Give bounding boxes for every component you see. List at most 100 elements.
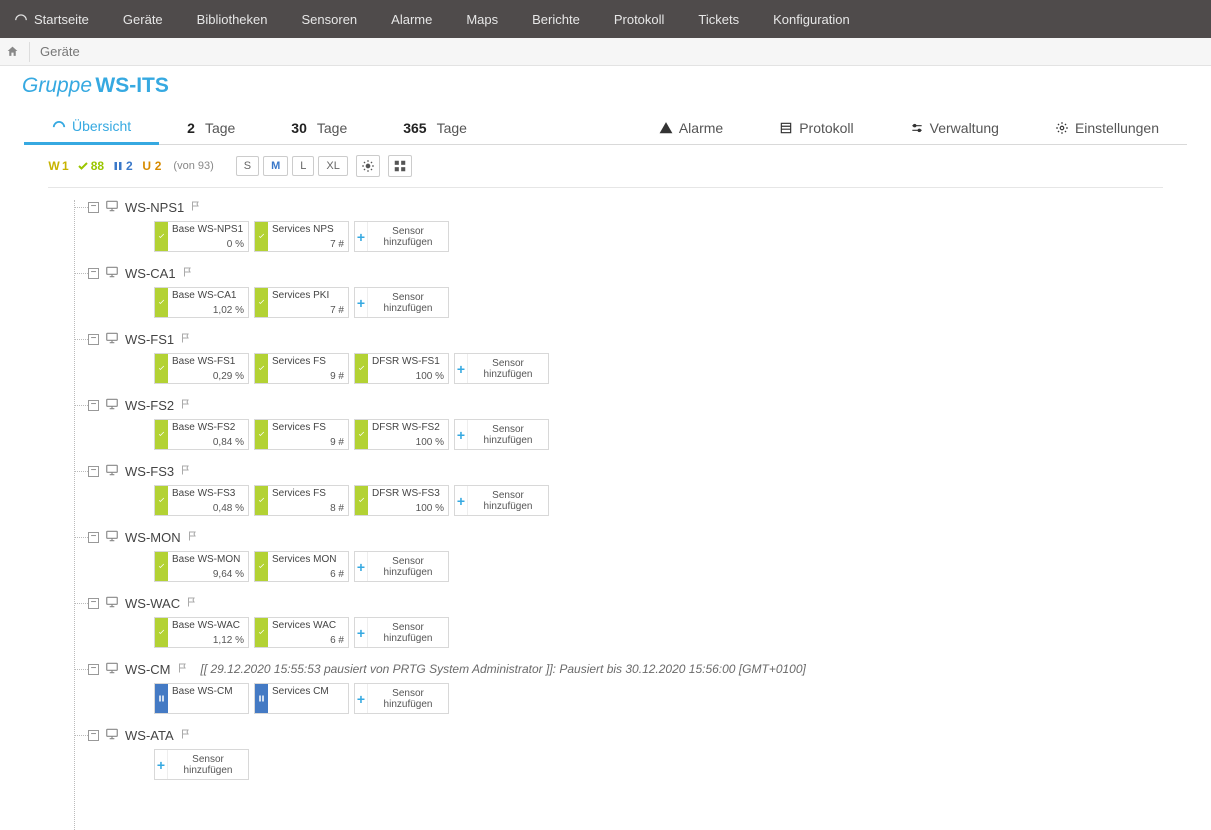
sensor-tile[interactable]: Services FS9 # (254, 353, 349, 384)
sensor-tile[interactable]: Services MON6 # (254, 551, 349, 582)
device-header[interactable]: − WS-CA1 (88, 262, 1171, 284)
nav-item-geräte[interactable]: Geräte (115, 0, 189, 38)
device-name[interactable]: WS-ATA (125, 728, 174, 743)
add-sensor-button[interactable]: +Sensorhinzufügen (354, 287, 449, 318)
nav-item-bibliotheken[interactable]: Bibliotheken (189, 0, 294, 38)
size-m[interactable]: M (263, 156, 288, 176)
sensor-tile[interactable]: DFSR WS-FS1100 % (354, 353, 449, 384)
tab-protokoll[interactable]: Protokoll (751, 110, 881, 144)
collapse-icon[interactable]: − (88, 598, 99, 609)
size-s[interactable]: S (236, 156, 259, 176)
tab-overview[interactable]: Übersicht (24, 108, 159, 145)
flag-icon[interactable] (180, 728, 192, 743)
add-sensor-button[interactable]: +Sensorhinzufügen (354, 221, 449, 252)
check-icon (355, 354, 368, 383)
add-sensor-button[interactable]: +Sensorhinzufügen (454, 353, 549, 384)
nav-item-konfiguration[interactable]: Konfiguration (765, 0, 876, 38)
device-header[interactable]: − WS-FS3 (88, 460, 1171, 482)
collapse-icon[interactable]: − (88, 466, 99, 477)
device-name[interactable]: WS-MON (125, 530, 181, 545)
sensor-tile[interactable]: Base WS-WAC1,12 % (154, 617, 249, 648)
grid-icon[interactable] (388, 155, 412, 177)
sensor-name: Base WS-CM (172, 686, 244, 697)
device-header[interactable]: −WS-CM[[ 29.12.2020 15:55:53 pausiert vo… (88, 658, 1171, 680)
device-name[interactable]: WS-WAC (125, 596, 180, 611)
nav-item-alarme[interactable]: Alarme (383, 0, 458, 38)
tab-verwaltung[interactable]: Verwaltung (882, 110, 1027, 144)
sensor-tile[interactable]: Base WS-MON9,64 % (154, 551, 249, 582)
device-header[interactable]: − WS-FS2 (88, 394, 1171, 416)
add-sensor-button[interactable]: +Sensorhinzufügen (454, 485, 549, 516)
sensor-tile[interactable]: Services PKI7 # (254, 287, 349, 318)
gear-icon[interactable] (356, 155, 380, 177)
nav-item-berichte[interactable]: Berichte (524, 0, 606, 38)
stat-ok[interactable]: 88 (77, 159, 104, 173)
flag-icon[interactable] (190, 200, 202, 215)
device-name[interactable]: WS-CA1 (125, 266, 176, 281)
add-sensor-button[interactable]: +Sensorhinzufügen (354, 617, 449, 648)
tab-2-days[interactable]: 2Tage (159, 110, 263, 144)
sensor-tile[interactable]: DFSR WS-FS2100 % (354, 419, 449, 450)
flag-icon[interactable] (180, 332, 192, 347)
stat-paused[interactable]: 2 (112, 159, 133, 173)
stat-warning[interactable]: W1 (48, 159, 69, 173)
tab-30-days[interactable]: 30Tage (263, 110, 375, 144)
sensor-tile[interactable]: Services CM (254, 683, 349, 714)
tab-einstellungen[interactable]: Einstellungen (1027, 110, 1187, 144)
size-l[interactable]: L (292, 156, 314, 176)
device-name[interactable]: WS-NPS1 (125, 200, 184, 215)
sensor-tile[interactable]: Base WS-FS20,84 % (154, 419, 249, 450)
device-header[interactable]: − WS-WAC (88, 592, 1171, 614)
sensor-tile[interactable]: Base WS-NPS10 % (154, 221, 249, 252)
flag-icon[interactable] (177, 662, 189, 677)
add-sensor-button[interactable]: +Sensorhinzufügen (354, 683, 449, 714)
add-sensor-button[interactable]: +Sensorhinzufügen (154, 749, 249, 780)
add-sensor-button[interactable]: +Sensorhinzufügen (354, 551, 449, 582)
flag-icon[interactable] (187, 530, 199, 545)
size-xl[interactable]: XL (318, 156, 347, 176)
check-icon (355, 486, 368, 515)
sensor-row: Base WS-FS30,48 %Services FS8 #DFSR WS-F… (154, 485, 1171, 516)
flag-icon[interactable] (182, 266, 194, 281)
sensor-tile[interactable]: Services FS9 # (254, 419, 349, 450)
device-header[interactable]: − WS-ATA (88, 724, 1171, 746)
device-name[interactable]: WS-FS2 (125, 398, 174, 413)
nav-item-tickets[interactable]: Tickets (690, 0, 765, 38)
device-header[interactable]: − WS-FS1 (88, 328, 1171, 350)
device-name[interactable]: WS-FS3 (125, 464, 174, 479)
collapse-icon[interactable]: − (88, 664, 99, 675)
breadcrumb-current[interactable]: Geräte (40, 44, 80, 59)
device-header[interactable]: − WS-NPS1 (88, 196, 1171, 218)
home-icon[interactable] (6, 42, 30, 62)
sensor-tile[interactable]: Base WS-FS10,29 % (154, 353, 249, 384)
nav-item-protokoll[interactable]: Protokoll (606, 0, 691, 38)
collapse-icon[interactable]: − (88, 532, 99, 543)
tab-alarms[interactable]: Alarme (631, 110, 751, 144)
flag-icon[interactable] (186, 596, 198, 611)
add-sensor-button[interactable]: +Sensorhinzufügen (454, 419, 549, 450)
sensor-tile[interactable]: DFSR WS-FS3100 % (354, 485, 449, 516)
stat-unknown[interactable]: U2 (141, 159, 162, 173)
collapse-icon[interactable]: − (88, 400, 99, 411)
sensor-tile[interactable]: Services FS8 # (254, 485, 349, 516)
device-header[interactable]: − WS-MON (88, 526, 1171, 548)
collapse-icon[interactable]: − (88, 202, 99, 213)
device-node: − WS-MON Base WS-MON9,64 %Services MON6 #+… (74, 526, 1171, 582)
sensor-tile[interactable]: Services NPS7 # (254, 221, 349, 252)
top-nav: StartseiteGeräteBibliothekenSensorenAlar… (0, 0, 1211, 38)
flag-icon[interactable] (180, 398, 192, 413)
collapse-icon[interactable]: − (88, 334, 99, 345)
collapse-icon[interactable]: − (88, 268, 99, 279)
sensor-tile[interactable]: Base WS-CA11,02 % (154, 287, 249, 318)
nav-item-startseite[interactable]: Startseite (6, 0, 115, 38)
device-name[interactable]: WS-CM (125, 662, 171, 677)
collapse-icon[interactable]: − (88, 730, 99, 741)
nav-item-maps[interactable]: Maps (458, 0, 524, 38)
sensor-tile[interactable]: Services WAC6 # (254, 617, 349, 648)
nav-item-sensoren[interactable]: Sensoren (294, 0, 384, 38)
flag-icon[interactable] (180, 464, 192, 479)
sensor-tile[interactable]: Base WS-CM (154, 683, 249, 714)
tab-365-days[interactable]: 365Tage (375, 110, 495, 144)
sensor-tile[interactable]: Base WS-FS30,48 % (154, 485, 249, 516)
device-name[interactable]: WS-FS1 (125, 332, 174, 347)
